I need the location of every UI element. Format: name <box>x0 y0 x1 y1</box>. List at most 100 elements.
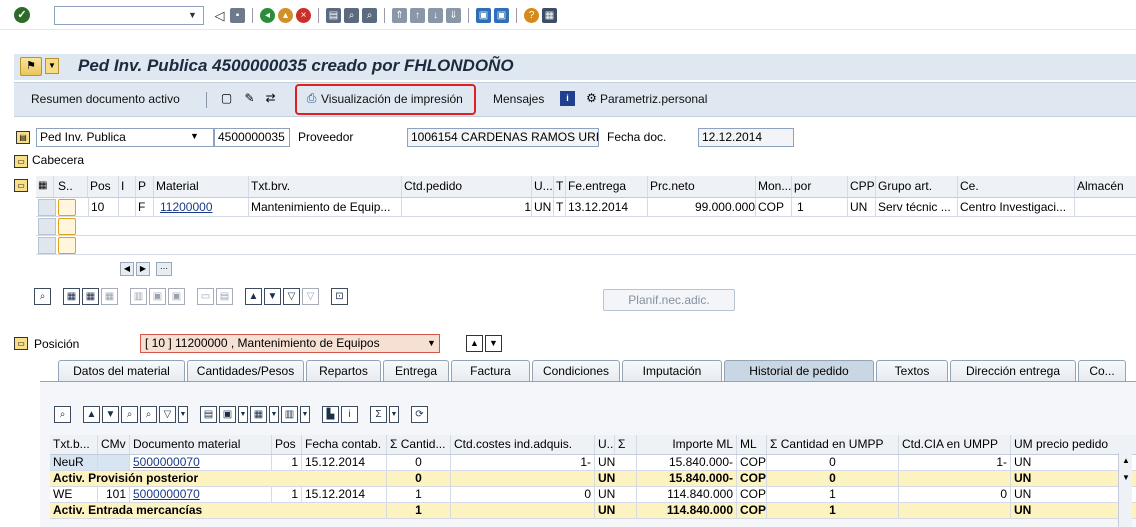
command-dropdown-icon[interactable]: ▼ <box>188 10 197 20</box>
cell-per[interactable]: 1 <box>792 198 848 216</box>
back-icon[interactable]: ◂ <box>260 7 275 23</box>
cell-t[interactable]: T <box>554 198 566 216</box>
scroll-left-icon[interactable]: ◀ <box>120 262 134 276</box>
find-next-icon[interactable]: ⌕ <box>140 406 157 423</box>
cell-history-type[interactable]: NeuR <box>50 455 98 470</box>
col-currency[interactable]: Mon... <box>756 176 792 197</box>
filter-icon[interactable]: ▽ <box>283 288 300 305</box>
col-sum-marker[interactable]: Σ <box>615 435 637 454</box>
col-short-text[interactable]: Txt.brv. <box>249 176 402 197</box>
cell-delivery-date[interactable]: 13.12.2014 <box>566 198 648 216</box>
create-icon[interactable]: ▢ <box>219 91 234 106</box>
views-icon[interactable]: ▣ <box>219 406 236 423</box>
info-icon[interactable]: i <box>341 406 358 423</box>
tab-quantities[interactable]: Cantidades/Pesos <box>187 360 304 382</box>
tab-texts[interactable]: Textos <box>876 360 948 382</box>
next-page-icon[interactable]: ↓ <box>428 7 443 23</box>
cell-item[interactable]: 1 <box>272 487 302 502</box>
position-collapse-icon[interactable]: ▭ <box>14 337 28 350</box>
scroll-right-icon[interactable]: ▶ <box>136 262 150 276</box>
cell-unit[interactable]: UN <box>595 487 637 502</box>
print-icon[interactable]: ▤ <box>326 7 341 23</box>
cell-movement-type[interactable] <box>98 455 130 470</box>
col-item[interactable]: Pos <box>272 435 302 454</box>
last-page-icon[interactable]: ⇓ <box>446 7 461 23</box>
paste-icon[interactable]: ▤ <box>216 288 233 305</box>
col-currency[interactable]: ML <box>737 435 767 454</box>
cell-material-document[interactable]: 5000000070 <box>130 487 272 502</box>
select-block-icon[interactable]: ▦ <box>82 288 99 305</box>
col-delivery-date[interactable]: Fe.entrega <box>566 176 648 197</box>
views-dropdown-icon[interactable]: ▼ <box>238 406 248 423</box>
next-position-icon[interactable]: ▼ <box>485 335 502 352</box>
refresh-icon[interactable]: ⟳ <box>411 406 428 423</box>
total-icon[interactable]: Σ <box>370 406 387 423</box>
graphic-icon[interactable]: ▙ <box>322 406 339 423</box>
info-icon[interactable]: i <box>560 91 575 106</box>
cell-posting-date[interactable]: 15.12.2014 <box>302 487 387 502</box>
cell-quantity[interactable]: 1 <box>387 487 451 502</box>
table-row[interactable]: NeuR 5000000070 1 15.12.2014 0 1- UN 15.… <box>50 455 1136 471</box>
find-next-icon[interactable]: ⌕ <box>362 7 377 23</box>
tab-purchase-history[interactable]: Historial de pedido <box>724 360 874 382</box>
col-t[interactable]: T <box>554 176 566 197</box>
cell-cia-umpp[interactable]: 0 <box>899 487 1011 502</box>
personal-settings-button[interactable]: Parametriz.personal <box>600 92 707 106</box>
other-document-icon[interactable]: ⇄ <box>263 91 278 106</box>
tab-delivery-address[interactable]: Dirección entrega <box>950 360 1076 382</box>
cell-amount[interactable]: 114.840.000 <box>637 487 737 502</box>
col-order-price-unit[interactable]: UM precio pedido <box>1011 435 1120 454</box>
export-dropdown-icon[interactable]: ▼ <box>269 406 279 423</box>
row-selector[interactable] <box>38 199 56 216</box>
tab-schedule[interactable]: Repartos <box>306 360 381 382</box>
summary-button[interactable]: Resumen documento activo <box>31 92 180 106</box>
row-selector[interactable] <box>38 218 56 235</box>
edit-icon[interactable]: ✎ <box>242 91 257 106</box>
delete-icon[interactable]: ▥ <box>130 288 147 305</box>
new-session-icon[interactable]: ▣ <box>476 7 491 23</box>
items-collapse-icon[interactable]: ▭ <box>14 179 28 192</box>
filter-icon[interactable]: ▽ <box>159 406 176 423</box>
sort-desc-icon[interactable]: ▼ <box>264 288 281 305</box>
cell-i[interactable] <box>119 198 136 216</box>
tab-invoice[interactable]: Factura <box>451 360 530 382</box>
col-cpp[interactable]: CPP <box>848 176 876 197</box>
previous-page-icon[interactable]: ↑ <box>410 7 425 23</box>
cell-plant[interactable]: Centro Investigaci... <box>958 198 1075 216</box>
filter-dropdown-icon[interactable]: ▼ <box>178 406 188 423</box>
first-page-icon[interactable]: ⇑ <box>392 7 407 23</box>
document-type-dropdown-icon[interactable]: ▼ <box>190 131 199 141</box>
exit-icon[interactable]: ▴ <box>278 7 293 23</box>
col-qty-umpp[interactable]: Σ Cantidad en UMPP <box>767 435 899 454</box>
cell-material[interactable]: 11200000 <box>154 198 249 216</box>
col-net-price[interactable]: Prc.neto <box>648 176 756 197</box>
sort-asc-icon[interactable]: ▲ <box>245 288 262 305</box>
save-icon[interactable]: ▪ <box>230 7 245 23</box>
cell-material-group[interactable]: Serv técnic ... <box>876 198 958 216</box>
status-cell[interactable] <box>58 199 76 216</box>
details-icon[interactable]: ⌕ <box>54 406 71 423</box>
col-movement-type[interactable]: CMv <box>98 435 130 454</box>
shortcut-icon[interactable]: ▣ <box>494 7 509 23</box>
col-material-document[interactable]: Documento material <box>130 435 272 454</box>
table-row[interactable] <box>36 236 1136 255</box>
export-icon[interactable]: ▦ <box>250 406 267 423</box>
cell-delivery-costs-qty[interactable]: 0 <box>451 487 595 502</box>
tab-material-data[interactable]: Datos del material <box>58 360 185 382</box>
header-expand-icon[interactable]: ▭ <box>14 155 28 168</box>
cell-currency[interactable]: COP <box>737 487 767 502</box>
tab-conditions[interactable]: Condiciones <box>532 360 620 382</box>
cell-cia-umpp[interactable]: 1- <box>899 455 1011 470</box>
cell-unit[interactable]: UN <box>595 455 637 470</box>
subtotal-row[interactable]: Activ. Entrada mercancías 1 UN 114.840.0… <box>50 503 1136 519</box>
cell-posting-date[interactable]: 15.12.2014 <box>302 455 387 470</box>
help-icon[interactable]: ? <box>524 7 539 23</box>
cell-pos[interactable]: 10 <box>88 198 119 216</box>
table-row[interactable] <box>36 217 1136 236</box>
cell-delivery-costs-qty[interactable]: 1- <box>451 455 595 470</box>
cell-currency[interactable]: COP <box>737 455 767 470</box>
position-dropdown-icon[interactable]: ▼ <box>427 338 436 348</box>
cell-cpp[interactable]: UN <box>848 198 876 216</box>
col-order-qty[interactable]: Ctd.pedido <box>402 176 532 197</box>
messages-button[interactable]: Mensajes <box>493 92 544 106</box>
